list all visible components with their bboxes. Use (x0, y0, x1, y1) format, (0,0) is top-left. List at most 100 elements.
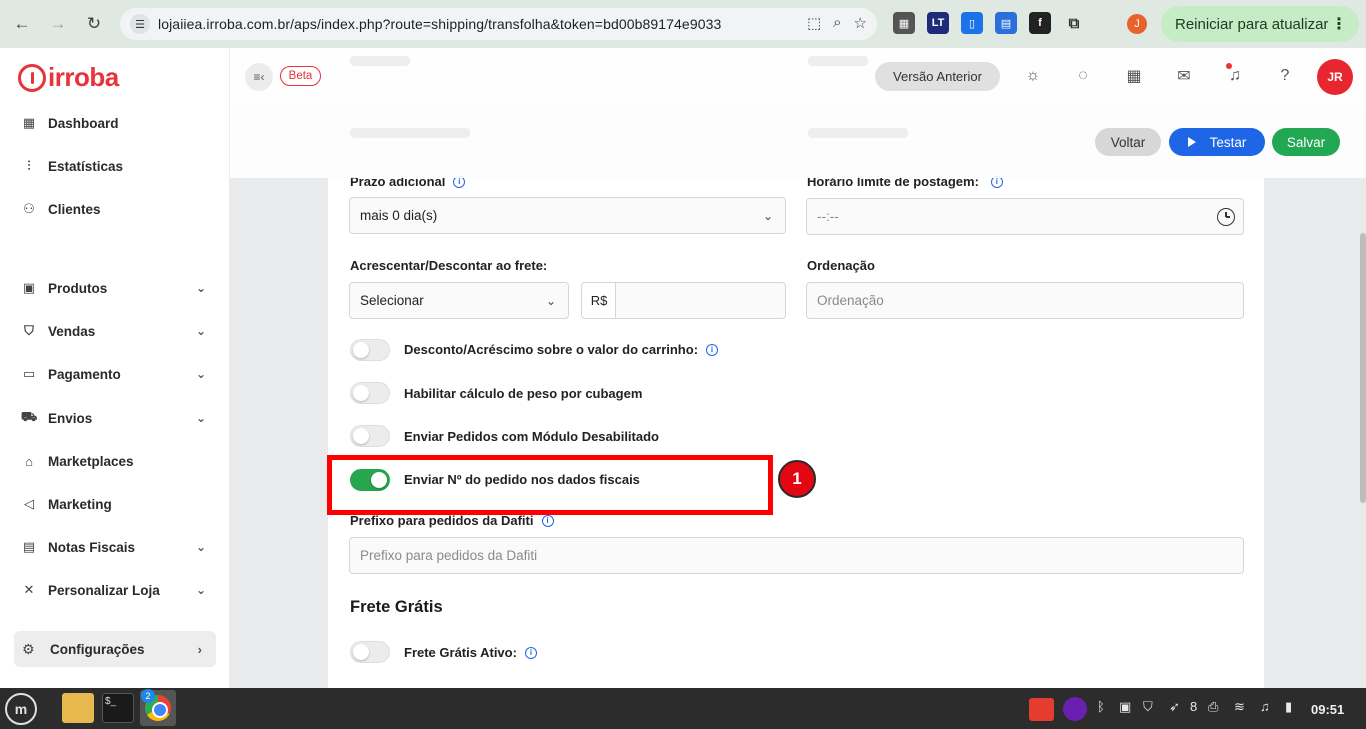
info-icon[interactable]: i (706, 343, 719, 356)
sidebar-item-marketing[interactable]: ◁ Marketing (20, 491, 210, 517)
collapse-sidebar-icon[interactable]: ≡‹ (245, 63, 273, 91)
lt-extension-icon[interactable]: LT (927, 12, 949, 34)
logo-mark-icon (18, 63, 46, 92)
terminal-app-icon[interactable]: $_ (102, 693, 134, 723)
sidebar-item-dashboard[interactable]: ▦ Dashboard (20, 110, 210, 136)
rocket-icon[interactable]: ➶ (1169, 699, 1180, 715)
sidebar-item-estatisticas[interactable]: ⫶ Estatísticas (20, 153, 210, 179)
sidebar-item-personalizar-loja[interactable]: ✕ Personalizar Loja ⌄ (20, 577, 210, 603)
theme-sun-icon[interactable]: ☼ (1022, 65, 1044, 87)
profile-avatar[interactable]: J (1127, 14, 1147, 34)
voltar-button[interactable]: Voltar (1095, 128, 1161, 156)
ghost-text (350, 56, 410, 66)
mail-icon[interactable]: ✉ (1173, 65, 1195, 87)
update-button[interactable]: Reiniciar para atualizar ⋮ (1161, 6, 1359, 42)
page-scrollbar[interactable] (1360, 233, 1366, 503)
prazo-select-value: mais 0 dia(s) (360, 208, 438, 223)
chevron-down-icon: ⌄ (195, 324, 206, 338)
printer-icon[interactable]: ⎙ (1208, 699, 1218, 715)
toggle-frete-gratis[interactable] (350, 641, 390, 663)
prefixo-label-text: Prefixo para pedidos da Dafiti (350, 513, 534, 528)
qr-extension-icon[interactable]: ▦ (893, 12, 915, 34)
site-info-icon[interactable]: ☰ (130, 14, 150, 34)
toggle-desconto-carrinho[interactable] (350, 339, 390, 361)
chevron-down-icon: ⌄ (195, 540, 206, 554)
card-icon: ▭ (22, 366, 36, 381)
sidebar-item-produtos[interactable]: ▣ Produtos ⌄ (20, 275, 210, 301)
calendar-icon[interactable]: ▦ (1123, 65, 1145, 87)
prefixo-placeholder: Prefixo para pedidos da Dafiti (360, 548, 538, 563)
info-icon[interactable]: i (524, 646, 537, 659)
toggle-desconto-carrinho-label: Desconto/Acréscimo sobre o valor do carr… (404, 342, 719, 357)
sidebar-item-label: Marketplaces (48, 453, 134, 469)
toggle-modulo-desabilitado[interactable] (350, 425, 390, 447)
document-icon: ▤ (22, 539, 36, 554)
sidebar-item-configuracoes[interactable]: ⚙ Configurações › (14, 631, 216, 667)
testar-button[interactable]: Testar (1169, 128, 1265, 156)
salvar-button[interactable]: Salvar (1272, 128, 1340, 156)
battery-icon[interactable]: ▮ (1285, 699, 1292, 715)
info-icon[interactable]: i (541, 514, 554, 527)
toggle-peso-cubagem[interactable] (350, 382, 390, 404)
sidebar-item-vendas[interactable]: ⛉ Vendas ⌄ (20, 318, 210, 344)
users-icon: ⚇ (23, 201, 35, 216)
help-icon[interactable]: ? (1274, 65, 1296, 87)
mint-menu-icon[interactable]: m (5, 693, 37, 725)
ghost-text (808, 128, 908, 138)
ordenacao-input[interactable]: Ordenação (806, 282, 1244, 319)
sidebar-item-envios[interactable]: ⛟ Envios ⌄ (20, 405, 210, 431)
irroba-logo[interactable]: irroba (18, 62, 119, 93)
sidebar-item-pagamento[interactable]: ▭ Pagamento ⌄ (20, 361, 210, 387)
flame-tray-icon[interactable] (1063, 697, 1087, 721)
logo-text: irroba (48, 62, 119, 92)
clipboard-icon[interactable]: ▣ (1119, 699, 1131, 715)
docs-extension-icon[interactable]: ▯ (961, 12, 983, 34)
address-bar[interactable]: ☰ lojaiiea.irroba.com.br/aps/index.php?r… (120, 8, 877, 40)
bookmark-star-icon[interactable]: ☆ (854, 14, 867, 32)
toggle-label-text: Desconto/Acréscimo sobre o valor do carr… (404, 342, 699, 357)
sound-icon[interactable]: ♫ (1260, 699, 1270, 714)
wifi-icon[interactable]: ≋ (1234, 699, 1245, 715)
acrescentar-select[interactable]: Selecionar ⌄ (349, 282, 569, 319)
toggle-modulo-desabilitado-label: Enviar Pedidos com Módulo Desabilitado (404, 429, 659, 444)
user-avatar[interactable]: JR (1317, 59, 1353, 95)
anydesk-tray-icon[interactable] (1029, 698, 1054, 721)
testar-label: Testar (1209, 134, 1247, 150)
sidebar-item-marketplaces[interactable]: ⌂ Marketplaces (20, 448, 210, 474)
shield-icon[interactable]: ⛉ (1143, 699, 1153, 715)
beta-badge: Beta (280, 66, 321, 86)
extensions-icon[interactable]: ⧉ (1063, 12, 1085, 34)
play-icon (1187, 137, 1196, 147)
versao-anterior-button[interactable]: Versão Anterior (875, 62, 1000, 91)
zoom-icon[interactable]: ⌕ (833, 14, 841, 32)
bluetooth-icon[interactable]: ᛒ (1097, 699, 1105, 714)
acrescentar-value-input[interactable] (615, 282, 786, 319)
currency-prefix: R$ (581, 282, 616, 319)
annotation-highlight-box (327, 455, 773, 515)
files-app-icon[interactable] (62, 693, 94, 723)
horario-time-input[interactable]: --:-- (806, 198, 1244, 235)
dashboard-icon: ▦ (22, 115, 36, 130)
card-extension-icon[interactable]: ▤ (995, 12, 1017, 34)
prefixo-dafiti-input[interactable]: Prefixo para pedidos da Dafiti (349, 537, 1244, 574)
menu-kebab-icon[interactable]: ⋮ (1331, 14, 1347, 34)
url-text[interactable]: lojaiiea.irroba.com.br/aps/index.php?rou… (158, 16, 721, 32)
sidebar-item-label: Pagamento (48, 366, 121, 382)
horario-placeholder: --:-- (817, 209, 839, 224)
toggle-peso-cubagem-label: Habilitar cálculo de peso por cubagem (404, 386, 643, 401)
forward-icon[interactable]: → (44, 10, 72, 38)
taskbar-clock[interactable]: 09:51 (1311, 702, 1344, 717)
prazo-select[interactable]: mais 0 dia(s) ⌄ (349, 197, 786, 234)
sidebar-item-clientes[interactable]: ⚇ Clientes (20, 196, 210, 222)
frete-gratis-title: Frete Grátis (350, 598, 443, 616)
whatsapp-icon[interactable]: ◌ (1072, 65, 1094, 87)
truck-icon: ⛟ (20, 409, 38, 424)
sidebar-item-notas-fiscais[interactable]: ▤ Notas Fiscais ⌄ (20, 534, 210, 560)
font-extension-icon[interactable]: f (1029, 12, 1051, 34)
sidebar-item-label: Estatísticas (48, 158, 124, 174)
reload-icon[interactable]: ↻ (80, 10, 108, 38)
chevron-down-icon: ⌄ (195, 281, 206, 295)
back-icon[interactable]: ← (8, 10, 36, 38)
install-icon[interactable]: ⬚ (807, 14, 821, 32)
clock-icon[interactable] (1217, 207, 1235, 226)
